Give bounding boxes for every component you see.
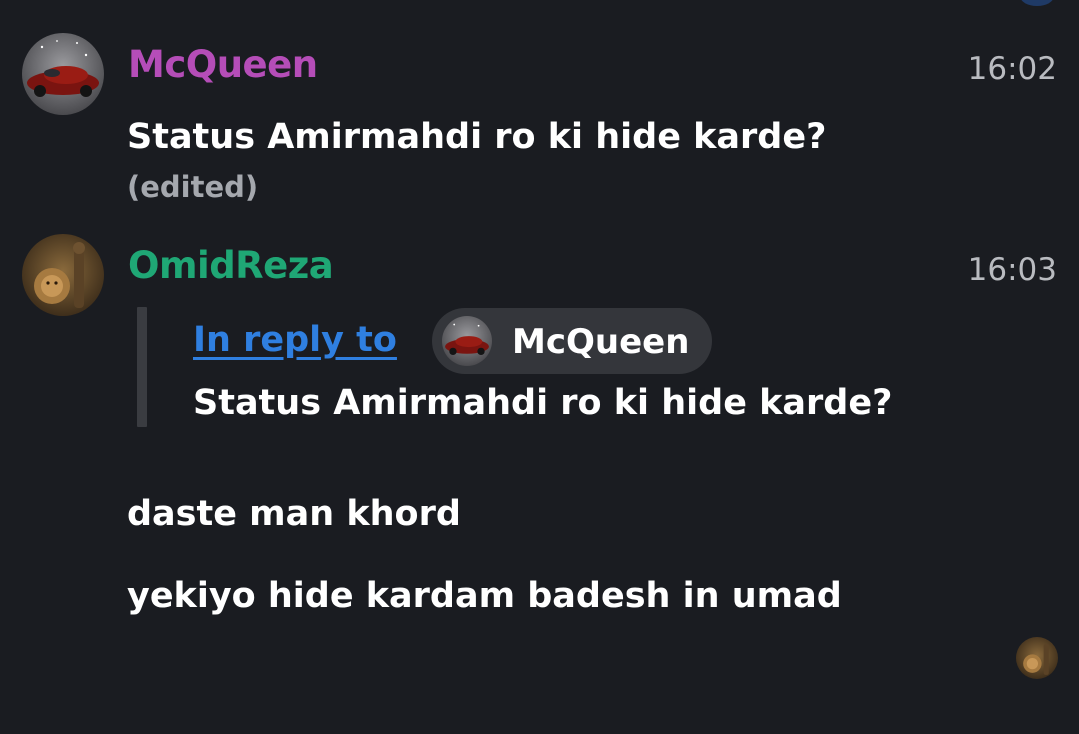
edited-label[interactable]: (edited): [127, 170, 258, 204]
message-timestamp: 16:02: [967, 51, 1057, 87]
reply-author-pill[interactable]: McQueen: [432, 308, 712, 374]
message-timestamp: 16:03: [967, 252, 1057, 288]
reply-author-name: McQueen: [512, 322, 690, 362]
mcqueen-avatar-icon: [442, 316, 492, 366]
read-receipt-partial-icon: [1020, 0, 1054, 6]
in-reply-to-link[interactable]: In reply to: [193, 320, 397, 360]
mcqueen-avatar-icon[interactable]: [22, 33, 104, 115]
reply-quote-bar: [137, 307, 147, 427]
omidreza-avatar-icon[interactable]: [22, 234, 104, 316]
sender-name[interactable]: OmidReza: [128, 244, 334, 287]
message-text: yekiyo hide kardam badesh in umad: [127, 576, 842, 616]
message-text: Status Amirmahdi ro ki hide karde?: [127, 117, 827, 157]
reply-quoted-text: Status Amirmahdi ro ki hide karde?: [193, 383, 893, 423]
chat-timeline: McQueen 16:02 Status Amirmahdi ro ki hid…: [0, 0, 1079, 734]
read-receipt-avatar-icon[interactable]: [1016, 637, 1058, 679]
message-text: daste man khord: [127, 494, 461, 534]
sender-name[interactable]: McQueen: [128, 43, 318, 86]
